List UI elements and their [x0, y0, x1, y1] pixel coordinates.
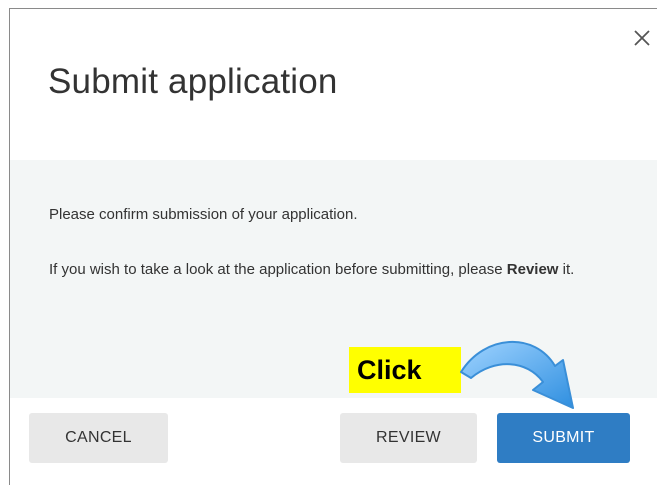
curved-arrow-icon: [460, 341, 574, 409]
close-button[interactable]: [631, 27, 653, 49]
review-button[interactable]: REVIEW: [340, 413, 477, 463]
review-hint-text: If you wish to take a look at the applic…: [49, 261, 507, 278]
close-icon: [634, 30, 650, 46]
confirm-message: Please confirm submission of your applic…: [49, 206, 358, 223]
review-hint-message: If you wish to take a look at the applic…: [49, 257, 609, 283]
dialog-title: Submit application: [48, 62, 338, 101]
cancel-button[interactable]: CANCEL: [29, 413, 168, 463]
click-annotation-label: Click: [349, 347, 461, 393]
review-hint-end: it.: [558, 261, 575, 278]
submit-button[interactable]: SUBMIT: [497, 413, 630, 463]
review-hint-bold: Review: [506, 261, 559, 278]
